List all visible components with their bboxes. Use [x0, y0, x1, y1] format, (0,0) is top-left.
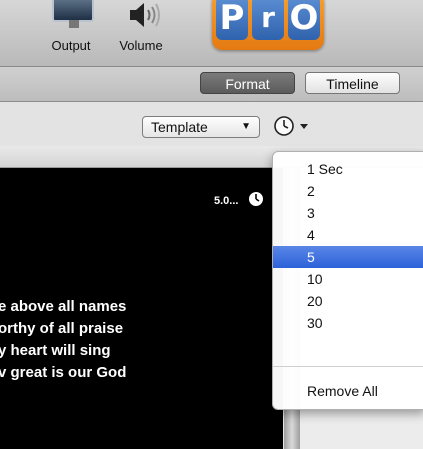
menu-item-30[interactable]: 30 — [273, 312, 423, 334]
clock-icon — [249, 192, 263, 206]
menu-item-1-sec[interactable]: 1 Sec — [273, 158, 423, 180]
logo-tile-r: r — [252, 0, 284, 40]
slide-duration: 5.0... — [214, 195, 239, 207]
lyric-line: e above all names — [0, 298, 127, 315]
lyric-line: orthy of all praise — [0, 320, 124, 337]
menu-item-20[interactable]: 20 — [273, 290, 423, 312]
menu-item-5-selected[interactable]: 5 — [273, 246, 423, 268]
logo-tile-o: O — [288, 0, 320, 40]
logo-tile-p: P — [216, 0, 248, 40]
timeline-tab[interactable]: Timeline — [305, 72, 400, 94]
chevron-down-icon: ▼ — [241, 121, 251, 132]
menu-item-3[interactable]: 3 — [273, 202, 423, 224]
menu-item-2[interactable]: 2 — [273, 180, 423, 202]
output-label: Output — [51, 38, 91, 53]
chevron-down-icon — [300, 124, 308, 129]
options-bar: Template ▼ — [0, 102, 423, 146]
duration-menu: 1 Sec 2 3 4 5 10 20 30 Remove All — [272, 151, 423, 410]
slide-preview[interactable]: 5.0... e above all names orthy of all pr… — [0, 168, 283, 449]
lyric-line: y heart will sing — [0, 342, 111, 359]
volume-label: Volume — [119, 38, 163, 53]
monitor-icon — [52, 0, 94, 28]
main-toolbar: Output Volume P r O — [0, 0, 423, 67]
mode-bar: Format Timeline — [0, 67, 423, 102]
lyric-line: v great is our God — [0, 364, 127, 381]
template-dropdown[interactable]: Template ▼ — [142, 116, 260, 138]
menu-item-4[interactable]: 4 — [273, 224, 423, 246]
clock-dropdown[interactable] — [272, 114, 320, 138]
template-label: Template — [151, 119, 208, 135]
propresenter-logo: P r O — [212, 0, 324, 50]
remove-all-menu-item[interactable]: Remove All — [273, 380, 423, 402]
menu-divider — [273, 366, 423, 367]
clock-icon — [274, 116, 294, 136]
menu-item-10[interactable]: 10 — [273, 268, 423, 290]
format-tab[interactable]: Format — [200, 72, 295, 94]
speaker-icon — [130, 3, 160, 27]
slide-lyrics: e above all names orthy of all praise y … — [0, 296, 126, 384]
